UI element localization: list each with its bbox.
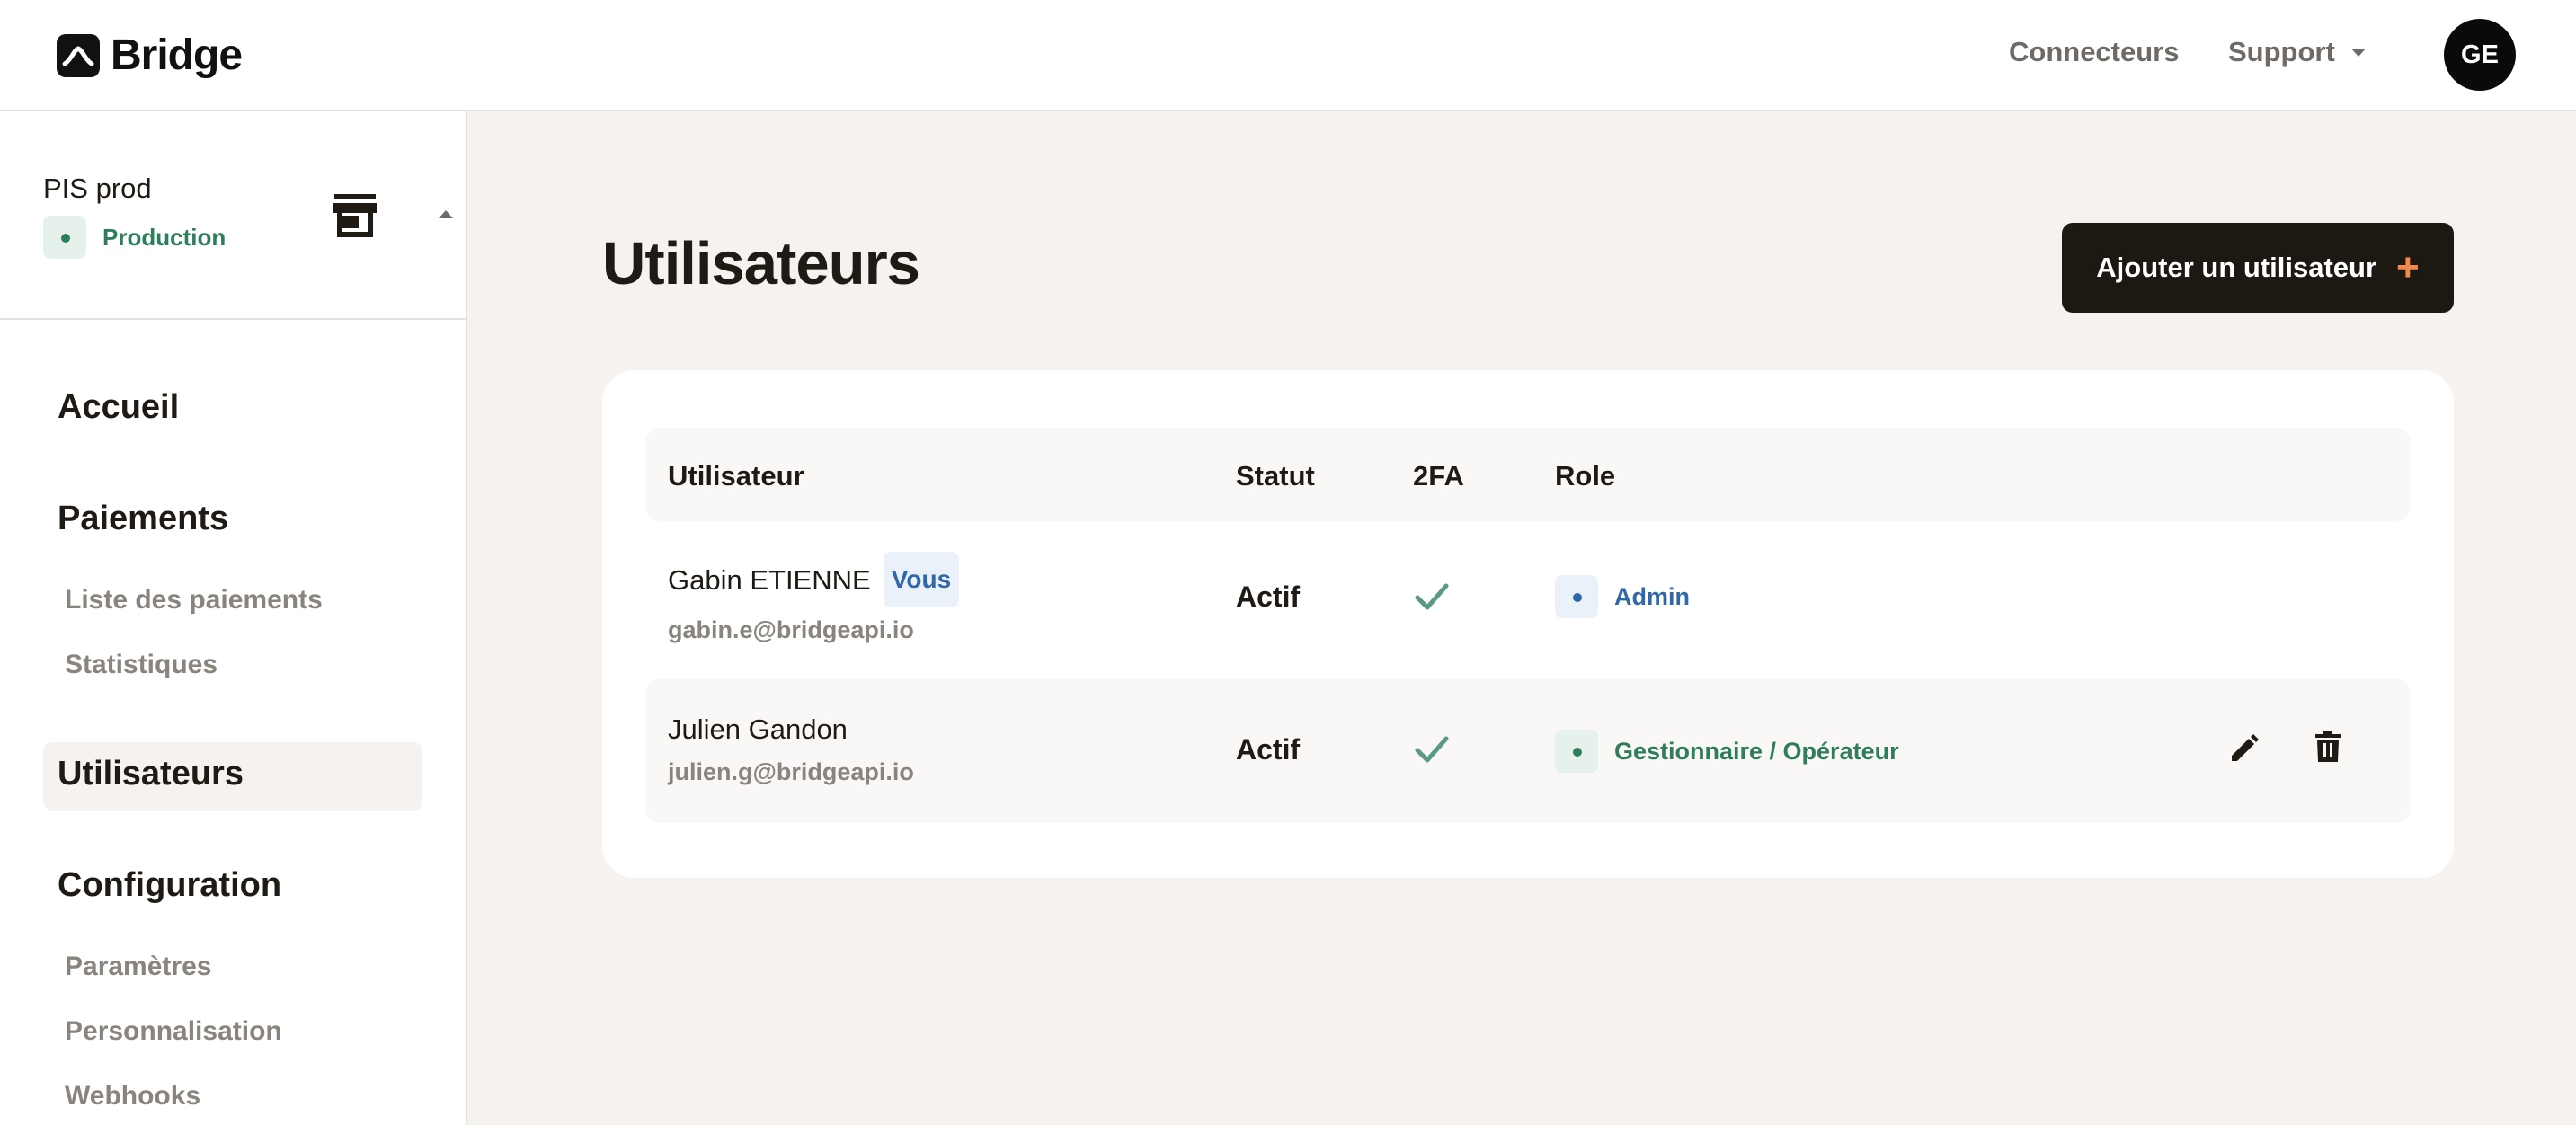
nav-connecteurs[interactable]: Connecteurs: [2009, 36, 2179, 68]
sidebar-item-configuration[interactable]: Configuration: [58, 866, 281, 905]
store-icon: [332, 194, 378, 242]
role-dot-icon: [1555, 575, 1598, 618]
bridge-logo-icon: [57, 33, 100, 77]
chevron-down-icon: [2350, 48, 2366, 57]
environment-badge: Production: [43, 216, 226, 259]
sidebar-item-personnalisation[interactable]: Personnalisation: [65, 1016, 282, 1047]
column-header-statut: Statut: [1236, 460, 1315, 492]
column-header-role: Role: [1555, 460, 1616, 492]
column-header-utilisateur: Utilisateur: [668, 460, 804, 492]
chevron-up-icon: [439, 210, 453, 218]
delete-icon[interactable]: [2315, 731, 2341, 766]
bridge-logo[interactable]: Bridge: [57, 31, 243, 80]
role-dot-icon: [1555, 730, 1598, 773]
table-row: Gabin ETIENNE Vous gabin.e@bridgeapi.io …: [645, 521, 2411, 674]
status-value: Actif: [1236, 580, 1301, 613]
top-bar: Bridge Connecteurs Support GE: [0, 0, 2576, 111]
environment-name: PIS prod: [43, 173, 152, 204]
sidebar-item-parametres[interactable]: Paramètres: [65, 952, 211, 982]
sidebar-item-accueil[interactable]: Accueil: [58, 388, 179, 427]
role-badge: Gestionnaire / Opérateur: [1555, 730, 1899, 773]
sidebar-item-statistiques[interactable]: Statistiques: [65, 650, 218, 680]
environment-switcher[interactable]: PIS prod Production: [0, 111, 466, 320]
user-email: gabin.e@bridgeapi.io: [668, 616, 914, 643]
page-title: Utilisateurs: [602, 230, 920, 297]
status-value: Actif: [1236, 733, 1301, 766]
sidebar-item-paiements[interactable]: Paiements: [58, 500, 228, 538]
add-user-button[interactable]: Ajouter un utilisateur +: [2062, 223, 2454, 313]
table-row: Julien Gandon julien.g@bridgeapi.io Acti…: [645, 679, 2411, 823]
avatar[interactable]: GE: [2444, 19, 2516, 91]
sidebar-item-webhooks[interactable]: Webhooks: [65, 1081, 200, 1112]
user-name: Gabin ETIENNE: [668, 564, 871, 596]
nav-support[interactable]: Support: [2228, 36, 2366, 68]
sidebar: PIS prod Production Accueil Paiements Li…: [0, 111, 467, 1125]
environment-badge-label: Production: [102, 223, 227, 251]
check-icon: [1414, 582, 1450, 617]
sidebar-item-utilisateurs[interactable]: Utilisateurs: [58, 755, 244, 793]
user-email: julien.g@bridgeapi.io: [668, 758, 914, 785]
role-badge: Admin: [1555, 575, 1690, 618]
add-user-button-label: Ajouter un utilisateur: [2096, 252, 2377, 283]
logo-text: Bridge: [111, 31, 243, 79]
role-label: Admin: [1614, 582, 1690, 610]
column-header-2fa: 2FA: [1413, 460, 1464, 492]
table-header: Utilisateur Statut 2FA Role: [645, 428, 2411, 521]
edit-icon[interactable]: [2229, 733, 2260, 768]
users-table-card: Utilisateur Statut 2FA Role Gabin ETIENN…: [602, 370, 2454, 878]
role-label: Gestionnaire / Opérateur: [1614, 737, 1899, 765]
you-badge: Vous: [884, 552, 959, 607]
check-icon: [1414, 735, 1450, 770]
sidebar-item-liste-paiements[interactable]: Liste des paiements: [65, 585, 323, 616]
plus-icon: +: [2396, 245, 2420, 289]
status-dot-icon: [43, 216, 86, 259]
user-name: Julien Gandon: [668, 713, 848, 745]
nav-support-label: Support: [2228, 36, 2335, 67]
